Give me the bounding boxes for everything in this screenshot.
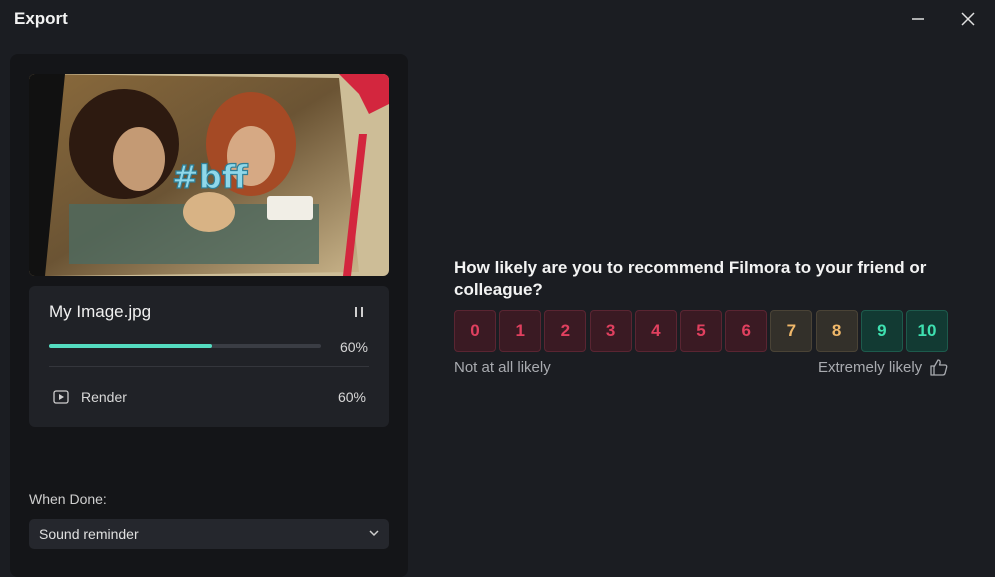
score-button-7[interactable]: 7	[770, 310, 813, 352]
survey-question: How likely are you to recommend Filmora …	[454, 258, 927, 299]
render-step-label: Render	[81, 389, 127, 405]
pause-button[interactable]	[347, 302, 371, 322]
image-preview: #bff	[29, 74, 389, 276]
when-done-value: Sound reminder	[39, 526, 139, 542]
when-done-label: When Done:	[29, 491, 107, 507]
progress-percent: 60%	[339, 339, 368, 355]
pause-icon	[355, 307, 363, 317]
minimize-icon	[912, 18, 924, 20]
score-button-5[interactable]: 5	[680, 310, 722, 352]
scale-low-label: Not at all likely	[454, 359, 551, 376]
chevron-down-icon	[369, 530, 379, 537]
when-done-select[interactable]: Sound reminder	[29, 519, 389, 549]
score-button-2[interactable]: 2	[544, 310, 587, 352]
render-progress-card: My Image.jpg 60% Render 60%	[29, 286, 389, 427]
progress-bar-fill	[49, 344, 213, 348]
score-button-4[interactable]: 4	[634, 310, 677, 352]
window-title: Export	[14, 9, 68, 28]
divider	[49, 366, 369, 367]
score-button-3[interactable]: 3	[589, 310, 632, 352]
thumbs-up-icon	[930, 359, 948, 376]
minimize-button[interactable]	[903, 6, 933, 32]
close-button[interactable]	[953, 6, 983, 32]
preview-overlay-text: #bff	[172, 158, 249, 196]
title-bar: Export	[0, 0, 995, 40]
progress-bar	[49, 344, 321, 348]
score-button-9[interactable]: 9	[860, 310, 903, 352]
render-icon	[53, 390, 69, 404]
render-step-percent: 60%	[337, 389, 366, 405]
score-button-8[interactable]: 8	[815, 310, 858, 352]
score-button-0[interactable]: 0	[454, 310, 496, 352]
score-button-1[interactable]: 1	[499, 310, 542, 352]
close-icon	[961, 12, 975, 26]
score-button-10[interactable]: 10	[906, 310, 948, 352]
file-name: My Image.jpg	[49, 302, 152, 321]
score-button-6[interactable]: 6	[725, 310, 768, 352]
scale-high-label: Extremely likely	[818, 359, 923, 376]
